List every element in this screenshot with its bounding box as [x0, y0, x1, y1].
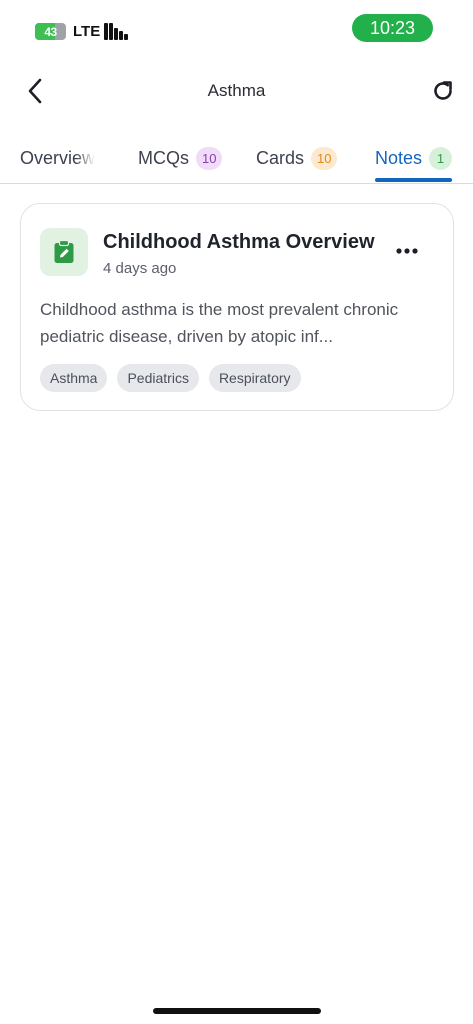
top-app-bar: Asthma — [0, 68, 473, 114]
tag-chip[interactable]: Pediatrics — [117, 364, 199, 392]
status-time: 10:23 — [352, 14, 433, 42]
more-horizontal-icon — [396, 248, 418, 254]
note-icon-container — [40, 228, 88, 276]
status-bar: 43 LTE 10:23 — [0, 0, 473, 56]
tab-overview[interactable]: Overview — [20, 140, 102, 176]
refresh-button[interactable] — [428, 76, 458, 106]
tag-chip[interactable]: Respiratory — [208, 364, 301, 392]
battery-icon: 43 — [35, 23, 66, 40]
tab-label: Overview — [20, 147, 96, 168]
tag-list: Asthma Pediatrics Respiratory — [40, 364, 301, 392]
note-title: Childhood Asthma Overview — [103, 231, 375, 253]
tab-label: Notes — [375, 147, 423, 168]
tab-cards[interactable]: Cards 10 — [256, 140, 338, 176]
note-date: 4 days ago — [103, 260, 177, 277]
tab-notes[interactable]: Notes 1 — [375, 140, 473, 176]
active-tab-indicator — [375, 178, 452, 182]
note-card[interactable]: Childhood Asthma Overview 4 days ago Chi… — [20, 203, 454, 411]
count-badge: 10 — [311, 146, 338, 170]
more-options-button[interactable] — [392, 236, 422, 266]
home-indicator[interactable] — [153, 1008, 321, 1014]
count-badge: 1 — [429, 146, 453, 170]
signal-strength-icon — [104, 23, 130, 40]
refresh-icon — [434, 81, 452, 100]
battery-level: 43 — [44, 24, 57, 39]
page-title: Asthma — [207, 81, 266, 100]
tab-bar: Overview MCQs 10 Cards 10 Notes 1 — [0, 132, 473, 184]
tab-label: Cards — [256, 147, 305, 168]
tab-mcqs[interactable]: MCQs 10 — [138, 140, 223, 176]
network-type: LTE — [73, 23, 101, 40]
clipboard-edit-icon — [54, 240, 74, 263]
count-badge: 10 — [196, 146, 223, 170]
tab-label: MCQs — [138, 147, 189, 168]
note-preview: Childhood asthma is the most prevalent c… — [40, 300, 399, 346]
tag-chip[interactable]: Asthma — [40, 364, 108, 392]
